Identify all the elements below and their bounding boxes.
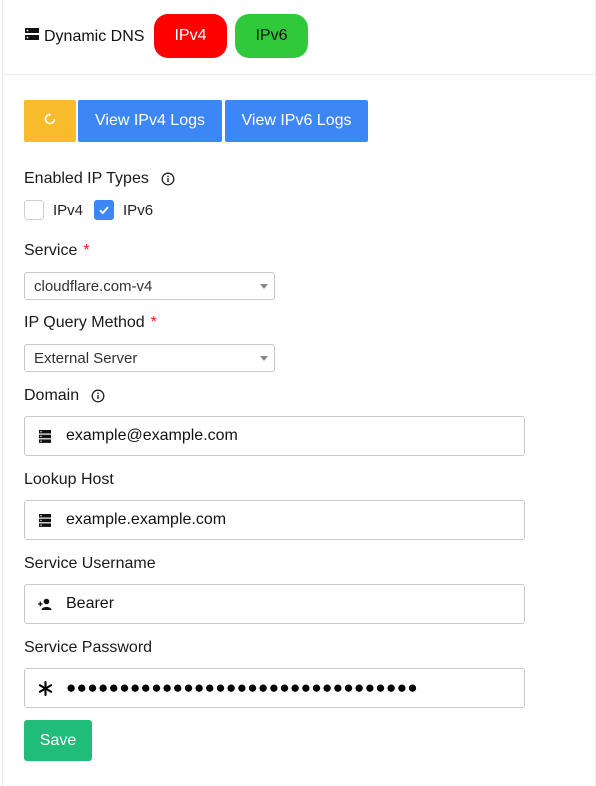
ip-query-method-select-value: External Server bbox=[34, 349, 138, 367]
service-username-label: Service Username bbox=[24, 555, 156, 573]
ip-query-method-label-text: IP Query Method bbox=[24, 314, 145, 331]
page-title-wrap: Dynamic DNS bbox=[25, 27, 144, 46]
page-title: Dynamic DNS bbox=[44, 27, 145, 45]
domain-label-text: Domain bbox=[24, 387, 80, 404]
server-icon bbox=[25, 27, 39, 46]
service-password-label-text: Service Password bbox=[24, 639, 153, 656]
user-add-icon bbox=[25, 598, 65, 610]
service-select[interactable]: cloudflare.com-v4 bbox=[24, 272, 275, 300]
enabled-ip-types-text: Enabled IP Types bbox=[24, 170, 149, 187]
dropdown-caret-icon bbox=[260, 284, 268, 289]
server-icon bbox=[25, 429, 65, 443]
asterisk-icon bbox=[25, 680, 65, 696]
service-username-label-text: Service Username bbox=[24, 555, 156, 572]
info-icon[interactable] bbox=[91, 389, 105, 403]
lookup-host-field[interactable]: example.example.com bbox=[24, 500, 525, 540]
service-password-value: ●●●●●●●●●●●●●●●●●●●●●●●●●●●●●●●●● bbox=[66, 678, 419, 697]
refresh-button[interactable] bbox=[24, 100, 76, 142]
domain-label: Domain bbox=[24, 387, 105, 405]
server-icon bbox=[25, 513, 65, 527]
check-icon bbox=[99, 206, 109, 215]
service-password-field[interactable]: ●●●●●●●●●●●●●●●●●●●●●●●●●●●●●●●●● bbox=[24, 668, 525, 708]
view-ipv4-logs-button[interactable]: View IPv4 Logs bbox=[78, 100, 222, 142]
lookup-host-label: Lookup Host bbox=[24, 471, 114, 489]
ipv4-checkbox-label: IPv4 bbox=[53, 201, 84, 219]
enabled-ip-types-label: Enabled IP Types bbox=[24, 170, 175, 188]
ipv4-checkbox[interactable] bbox=[24, 200, 44, 220]
refresh-icon bbox=[44, 112, 56, 130]
ip-query-method-label: IP Query Method * bbox=[24, 314, 157, 332]
ipv6-status-badge: IPv6 bbox=[235, 14, 308, 58]
domain-value: example@example.com bbox=[66, 427, 238, 444]
lookup-host-label-text: Lookup Host bbox=[24, 471, 114, 488]
lookup-host-value: example.example.com bbox=[66, 511, 227, 528]
view-ipv6-logs-button[interactable]: View IPv6 Logs bbox=[225, 100, 368, 142]
service-username-value: Bearer bbox=[66, 595, 115, 612]
service-label-text: Service bbox=[24, 242, 78, 259]
service-password-label: Service Password bbox=[24, 639, 152, 657]
ipv6-checkbox-label: IPv6 bbox=[123, 201, 154, 219]
service-username-field[interactable]: Bearer bbox=[24, 584, 525, 624]
header: Dynamic DNS IPv4 IPv6 bbox=[3, 0, 596, 75]
dropdown-caret-icon bbox=[260, 356, 268, 361]
domain-field[interactable]: example@example.com bbox=[24, 416, 525, 456]
service-select-value: cloudflare.com-v4 bbox=[34, 277, 153, 295]
ipv6-checkbox[interactable] bbox=[94, 200, 115, 220]
ipv4-status-badge: IPv4 bbox=[154, 14, 227, 58]
ip-types-checkbox-group: IPv4 IPv6 bbox=[24, 200, 164, 220]
info-icon[interactable] bbox=[161, 172, 175, 186]
save-button[interactable]: Save bbox=[24, 720, 92, 761]
required-mark: * bbox=[150, 314, 157, 331]
ip-query-method-select[interactable]: External Server bbox=[24, 344, 275, 372]
required-mark: * bbox=[83, 242, 90, 259]
service-label: Service * bbox=[24, 242, 90, 260]
